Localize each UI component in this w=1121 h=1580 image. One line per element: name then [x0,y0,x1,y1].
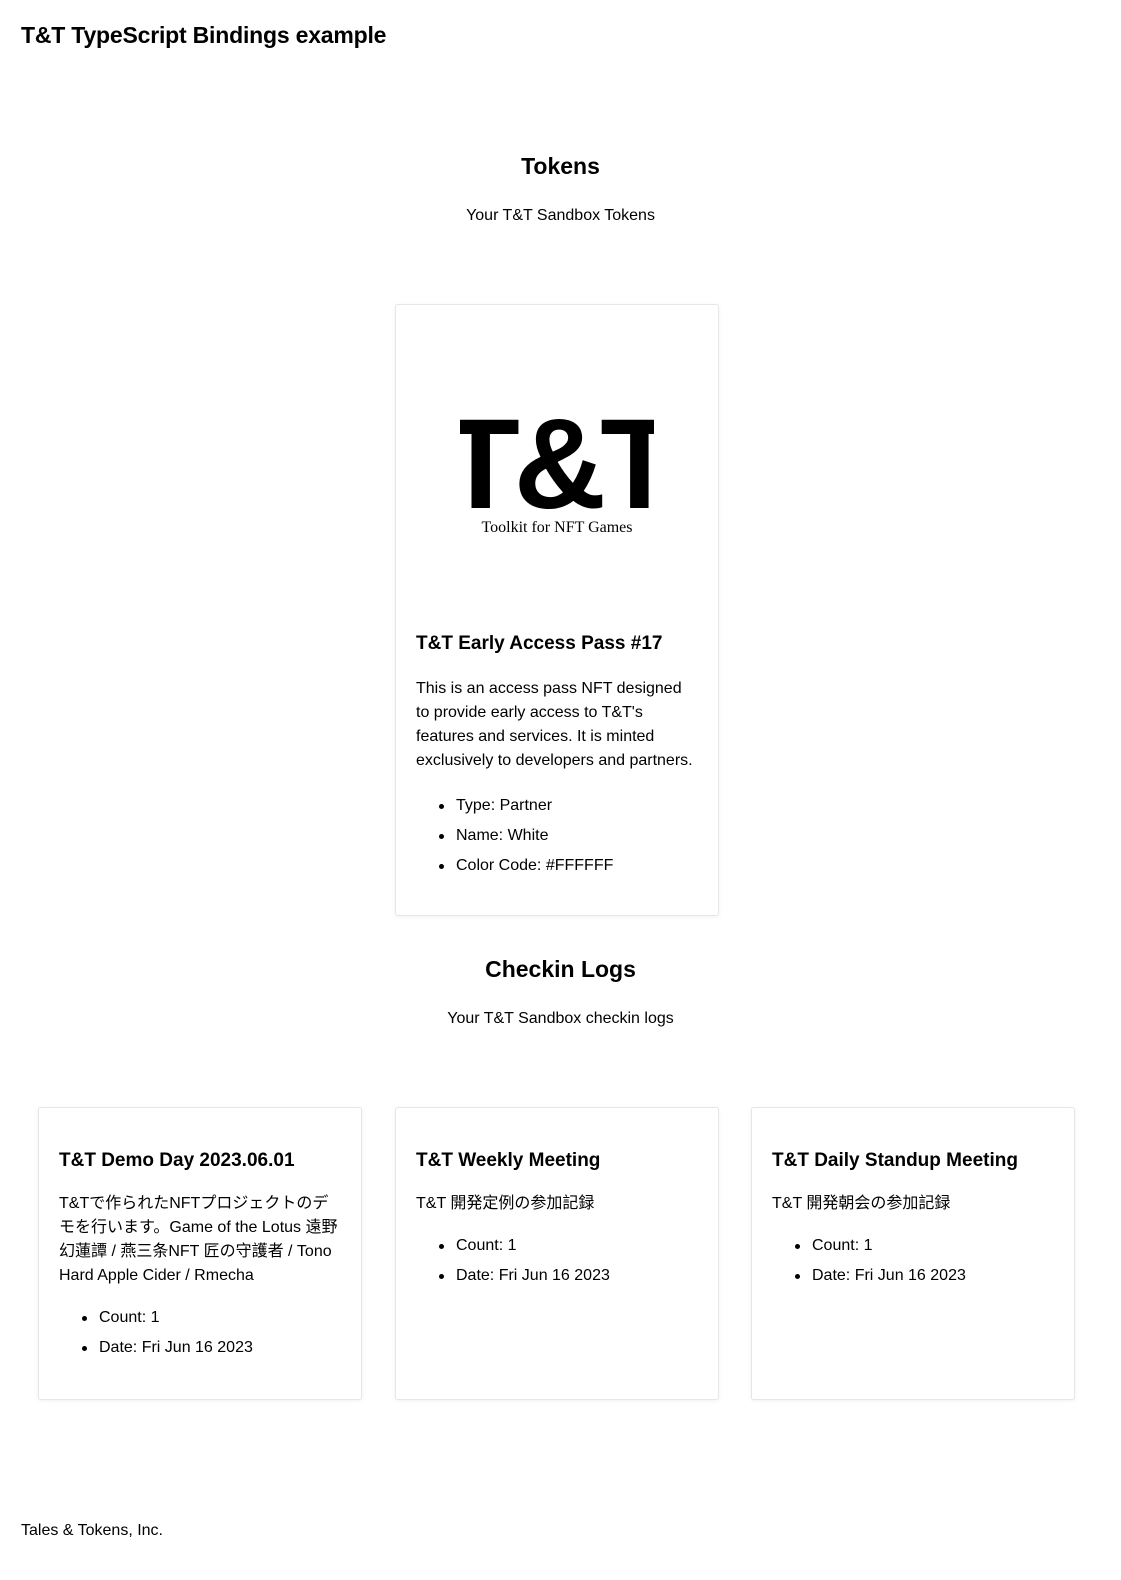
checkin-card[interactable]: T&T Daily Standup Meeting T&T 開発朝会の参加記録 … [751,1107,1075,1400]
token-name: T&T Early Access Pass #17 [416,633,663,654]
checkins-subtitle: Your T&T Sandbox checkin logs [447,1010,674,1027]
checkin-attributes: Count: 1 Date: Fri Jun 16 2023 [772,1231,1054,1291]
attribute-item: Type: Partner [436,791,698,821]
checkin-name: T&T Weekly Meeting [416,1150,601,1171]
attribute-item: Color Code: #FFFFFF [436,851,698,881]
token-image: T&T Toolkit for NFT Games [396,305,718,615]
token-description: This is an access pass NFT designed to p… [416,680,693,769]
checkin-description: T&T 開発定例の参加記録 [416,1195,595,1212]
tokens-subtitle: Your T&T Sandbox Tokens [466,207,655,224]
checkin-description: T&T 開発朝会の参加記録 [772,1195,951,1212]
tt-logo: T&T Toolkit for NFT Games [460,400,654,536]
token-attributes: Type: Partner Name: White Color Code: #F… [416,791,698,881]
checkin-card[interactable]: T&T Demo Day 2023.06.01 T&Tで作られたNFTプロジェク… [38,1107,362,1400]
checkin-attributes: Count: 1 Date: Fri Jun 16 2023 [59,1303,341,1363]
tokens-heading: Tokens [521,153,600,179]
attribute-item: Count: 1 [436,1231,698,1261]
attribute-item: Date: Fri Jun 16 2023 [792,1261,1054,1291]
attribute-item: Count: 1 [79,1303,341,1333]
logo-tagline: Toolkit for NFT Games [481,519,632,536]
logo-mark: T&T [460,400,654,536]
attribute-item: Date: Fri Jun 16 2023 [79,1333,341,1363]
checkin-attributes: Count: 1 Date: Fri Jun 16 2023 [416,1231,698,1291]
checkin-name: T&T Daily Standup Meeting [772,1150,1018,1171]
token-card[interactable]: T&T Toolkit for NFT Games T&T Early Acce… [395,304,719,916]
checkins-heading: Checkin Logs [485,956,636,982]
checkin-card[interactable]: T&T Weekly Meeting T&T 開発定例の参加記録 Count: … [395,1107,719,1400]
site-title: T&T TypeScript Bindings example [21,22,387,48]
attribute-item: Name: White [436,821,698,851]
checkin-name: T&T Demo Day 2023.06.01 [59,1150,295,1171]
footer-text: Tales & Tokens, Inc. [21,1522,163,1539]
attribute-item: Date: Fri Jun 16 2023 [436,1261,698,1291]
checkin-description: T&Tで作られたNFTプロジェクトのデモを行います。Game of the Lo… [59,1195,338,1284]
attribute-item: Count: 1 [792,1231,1054,1261]
